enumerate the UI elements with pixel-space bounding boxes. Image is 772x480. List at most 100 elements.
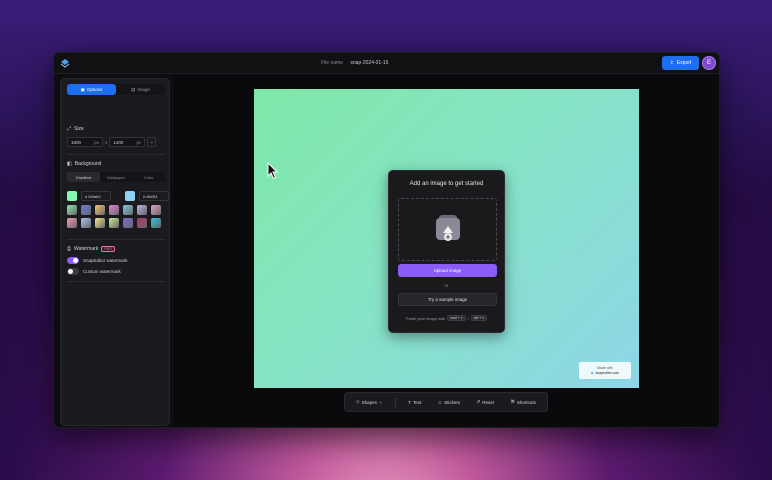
gradient-presets: [67, 205, 165, 228]
height-input[interactable]: 1400 px: [109, 137, 146, 147]
gradient-preset-swatch[interactable]: [67, 205, 77, 215]
filename-field[interactable]: File name snap-2024-01-15: [321, 60, 388, 66]
background-icon: ◧: [67, 161, 72, 167]
divider: [67, 239, 165, 240]
try-sample-button[interactable]: Try a sample image: [398, 293, 497, 306]
size-row: 1500 px x 1400 px ⌄: [67, 137, 157, 147]
gradient-preset-swatch[interactable]: [81, 218, 91, 228]
tab-options-label: Options: [86, 87, 103, 92]
background-section-title: ◧ Background: [67, 161, 101, 167]
upload-image-button[interactable]: Upload image: [398, 264, 497, 277]
watermark-title: Watermark: [74, 246, 99, 252]
gradient-preset-swatch[interactable]: [137, 205, 147, 215]
watermark-line2: snapeditor.com: [595, 371, 620, 375]
kbd-cmd-v: cmd + v: [447, 315, 466, 321]
snapeditor-watermark-toggle[interactable]: [67, 257, 79, 264]
or-separator: or: [444, 283, 449, 288]
reset-tool[interactable]: ↺ Reset: [472, 397, 498, 407]
watermark-line1: Made with: [597, 366, 613, 370]
divider: [67, 154, 165, 155]
chevron-down-icon: ⌄: [149, 139, 154, 145]
gradient-preset-swatch[interactable]: [95, 218, 105, 228]
tab-color[interactable]: Color: [132, 172, 165, 182]
shapes-tool[interactable]: ◇ Shapes ⌄: [352, 397, 387, 407]
gradient-color2-swatch[interactable]: [125, 191, 135, 201]
upload-card-title: Add an image to get started: [409, 181, 484, 187]
watermark-section-title: ⎙ Watermark PRO: [67, 246, 115, 252]
top-bar: File name snap-2024-01-15 ⇪ Export E: [54, 53, 719, 74]
image-icon: ▤: [131, 86, 136, 92]
sidebar: ▣ Options ▤ Image ⤢ Size 1500 px x 1400 …: [60, 78, 170, 426]
gradient-color1-hex[interactable]: # 84fab0: [81, 191, 111, 201]
bottom-toolbar: ◇ Shapes ⌄ T Text ☺ Stickers ↺ Reset ⌘ S…: [344, 392, 548, 412]
tab-image[interactable]: ▤ Image: [116, 84, 165, 95]
keyboard-icon: ⌘: [510, 399, 515, 404]
size-section-title: ⤢ Size: [67, 126, 84, 132]
background-title: Background: [74, 161, 102, 167]
tab-wallpaper[interactable]: Wallpaper: [100, 172, 133, 182]
app-window: File name snap-2024-01-15 ⇪ Export E ▣ O…: [53, 52, 720, 428]
gradient-preset-swatch[interactable]: [151, 205, 161, 215]
gradient-preset-swatch[interactable]: [81, 205, 91, 215]
options-icon: ▣: [80, 86, 85, 92]
snapeditor-watermark-label: SnapEditor watermark: [83, 258, 128, 263]
shortcuts-tool[interactable]: ⌘ Shortcuts: [506, 397, 540, 407]
gradient-preset-swatch[interactable]: [151, 218, 161, 228]
width-input[interactable]: 1500 px: [67, 137, 103, 147]
canvas-watermark: Made with ◆ snapeditor.com: [579, 362, 631, 379]
filename-value[interactable]: snap-2024-01-15: [350, 60, 388, 66]
gradient-preset-swatch[interactable]: [137, 218, 147, 228]
text-label: Text: [413, 399, 422, 405]
export-label: Export: [676, 60, 692, 66]
paste-hint-text: Paste your image with: [405, 315, 446, 321]
canvas[interactable]: Add an image to get started Upload image…: [254, 89, 639, 388]
gradient-preset-swatch[interactable]: [123, 205, 133, 215]
gradient-color2-hex[interactable]: # 8fd3f4: [139, 191, 169, 201]
image-dropzone[interactable]: [398, 198, 497, 261]
stickers-label: Stickers: [444, 399, 461, 405]
resize-icon: ⤢: [67, 126, 72, 132]
size-preset-dropdown[interactable]: ⌄: [147, 137, 157, 147]
stickers-tool[interactable]: ☺ Stickers: [434, 398, 465, 407]
chevron-down-icon: ⌄: [378, 399, 383, 404]
shortcuts-label: Shortcuts: [516, 399, 536, 405]
app-logo-icon[interactable]: [60, 58, 70, 68]
snapeditor-watermark-toggle-row[interactable]: SnapEditor watermark: [67, 257, 128, 264]
height-unit: px: [136, 139, 142, 145]
export-button[interactable]: ⇪ Export: [662, 56, 699, 70]
gradient-preset-swatch[interactable]: [67, 218, 77, 228]
text-icon: T: [408, 399, 411, 405]
background-tabs: Gradient Wallpaper Color: [67, 172, 165, 182]
reset-icon: ↺: [476, 399, 481, 404]
custom-watermark-toggle-row[interactable]: Custom watermark: [67, 268, 121, 275]
divider: [67, 281, 165, 282]
avatar[interactable]: E: [702, 56, 716, 70]
width-unit: px: [94, 139, 99, 145]
export-icon: ⇪: [669, 60, 674, 66]
height-value: 1400: [113, 139, 124, 145]
upload-card: Add an image to get started Upload image…: [388, 170, 505, 333]
text-tool[interactable]: T Text: [404, 398, 425, 407]
tab-gradient[interactable]: Gradient: [67, 172, 100, 182]
gradient-preset-swatch[interactable]: [109, 205, 119, 215]
watermark-icon: ⎙: [67, 246, 72, 252]
gradient-preset-swatch[interactable]: [109, 218, 119, 228]
shapes-icon: ◇: [356, 399, 360, 404]
shapes-label: Shapes: [361, 399, 377, 405]
gradient-preset-swatch[interactable]: [123, 218, 133, 228]
image-upload-icon: [436, 215, 460, 241]
sticker-icon: ☺: [437, 399, 443, 405]
mouse-cursor-icon: [267, 162, 279, 180]
reset-label: Reset: [482, 399, 495, 405]
paste-hint: Paste your image with cmd + v / ctrl + v: [389, 315, 504, 321]
sidebar-tabs: ▣ Options ▤ Image: [67, 84, 165, 95]
snapeditor-logo-icon: ◆: [590, 371, 594, 375]
gradient-color1-swatch[interactable]: [67, 191, 77, 201]
tab-options[interactable]: ▣ Options: [67, 84, 116, 95]
gradient-colors-row: # 84fab0 # 8fd3f4: [67, 191, 169, 201]
kbd-separator: /: [467, 315, 469, 321]
custom-watermark-toggle[interactable]: [67, 268, 79, 275]
gradient-preset-swatch[interactable]: [95, 205, 105, 215]
toolbar-divider: [394, 397, 396, 407]
size-title: Size: [74, 126, 84, 132]
